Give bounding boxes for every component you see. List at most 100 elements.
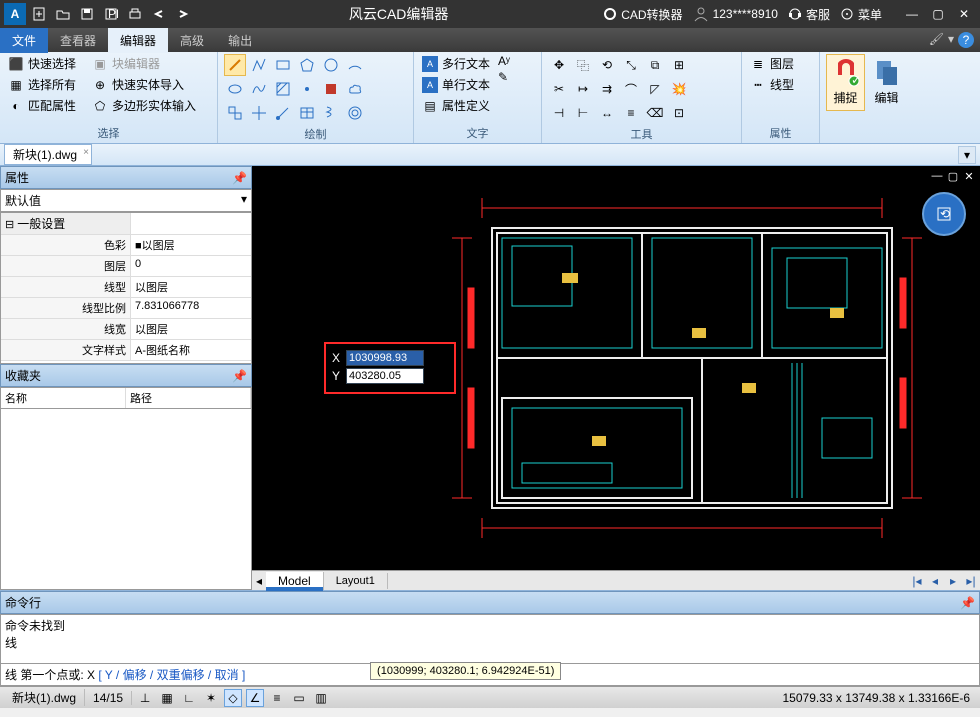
tab-advanced[interactable]: 高级	[168, 28, 216, 53]
property-row[interactable]: 文字样式A-图纸名称	[1, 340, 251, 361]
trim-icon[interactable]: ✂	[548, 78, 570, 100]
polygon-import-button[interactable]: ⬠多边形实体输入	[90, 96, 198, 115]
canvas-close-icon[interactable]: ✕	[962, 170, 976, 184]
polar-toggle-icon[interactable]: ✶	[202, 689, 220, 707]
layout-prev-icon[interactable]: ◂	[926, 574, 944, 588]
point-icon[interactable]	[296, 78, 318, 100]
match-properties-button[interactable]: ◐匹配属性	[6, 96, 78, 115]
close-button[interactable]: ✕	[952, 4, 976, 24]
save-icon[interactable]	[76, 3, 98, 25]
hatch-icon[interactable]	[272, 78, 294, 100]
helix-icon[interactable]	[320, 102, 342, 124]
text-style-icon[interactable]: Aʸ	[498, 54, 510, 68]
saveas-icon[interactable]: PDF	[100, 3, 122, 25]
table-icon[interactable]	[296, 102, 318, 124]
print-icon[interactable]	[124, 3, 146, 25]
coord-x-input[interactable]	[346, 350, 424, 366]
menu-link[interactable]: 菜单	[840, 6, 882, 23]
erase-icon[interactable]: ⌫	[644, 102, 666, 124]
rotate-icon[interactable]: ⟲	[596, 54, 618, 76]
copy-icon[interactable]: ⿻	[572, 54, 594, 76]
offset-icon[interactable]: ⇉	[596, 78, 618, 100]
support-link[interactable]: 客服	[788, 6, 830, 23]
close-tab-icon[interactable]: ×	[83, 147, 89, 158]
array-icon[interactable]: ⊞	[668, 54, 690, 76]
mtext-button[interactable]: A多行文本	[420, 54, 492, 73]
fav-col-path[interactable]: 路径	[126, 388, 251, 408]
property-row[interactable]: 线宽以图层	[1, 319, 251, 340]
tab-file[interactable]: 文件	[0, 28, 48, 53]
help-icon[interactable]: ?	[958, 32, 974, 48]
tab-viewer[interactable]: 查看器	[48, 28, 108, 53]
tab-editor[interactable]: 编辑器	[108, 28, 168, 53]
group-icon[interactable]: ⊡	[668, 102, 690, 124]
otrack-toggle-icon[interactable]: ∠	[246, 689, 264, 707]
attrdef-button[interactable]: ▤属性定义	[420, 96, 492, 115]
fillet-icon[interactable]: ⌒	[620, 78, 642, 100]
layout-next-icon[interactable]: ▸	[944, 574, 962, 588]
line-icon[interactable]	[224, 54, 246, 76]
lwt-toggle-icon[interactable]: ≡	[268, 689, 286, 707]
open-icon[interactable]	[52, 3, 74, 25]
property-section[interactable]: ⊟ 一般设置	[1, 213, 251, 235]
text-edit-icon[interactable]: ✎	[498, 70, 510, 84]
stext-button[interactable]: A单行文本	[420, 75, 492, 94]
entity-import-button[interactable]: ⊕快速实体导入	[90, 75, 198, 94]
rect-icon[interactable]	[272, 54, 294, 76]
layout-last-icon[interactable]: ▸|	[962, 574, 980, 588]
property-filter-select[interactable]: 默认值▾	[0, 189, 252, 212]
property-row[interactable]: 线型比例7.831066778	[1, 298, 251, 319]
layer-button[interactable]: ≣图层	[748, 54, 813, 73]
osnap-toggle-icon[interactable]: ◇	[224, 689, 242, 707]
cad-converter-link[interactable]: CAD转换器	[603, 6, 682, 23]
scale-icon[interactable]: ⤡	[620, 54, 642, 76]
layout-first-icon[interactable]: |◂	[908, 574, 926, 588]
block-icon[interactable]	[224, 102, 246, 124]
layout-scroll-left[interactable]: ◂	[252, 574, 266, 588]
donut-icon[interactable]	[344, 102, 366, 124]
select-all-button[interactable]: ▦选择所有	[6, 75, 78, 94]
model-toggle-icon[interactable]: ▥	[312, 689, 330, 707]
break-icon[interactable]: ⊣	[548, 102, 570, 124]
linetype-button[interactable]: ┅线型	[748, 75, 813, 94]
ortho-toggle-icon[interactable]: ∟	[180, 689, 198, 707]
minimize-button[interactable]: —	[900, 4, 924, 24]
chamfer-icon[interactable]: ◸	[644, 78, 666, 100]
xline-icon[interactable]	[248, 102, 270, 124]
spline-icon[interactable]	[248, 78, 270, 100]
polygon-icon[interactable]	[296, 54, 318, 76]
quick-select-button[interactable]: ⬛快速选择	[6, 54, 78, 73]
property-row[interactable]: 线型以图层	[1, 277, 251, 298]
app-icon[interactable]: A	[4, 3, 26, 25]
dyn-toggle-icon[interactable]: ▭	[290, 689, 308, 707]
property-row[interactable]: 色彩■以图层	[1, 235, 251, 256]
edit-button[interactable]: 编辑	[867, 54, 906, 111]
block-editor-button[interactable]: ▣块编辑器	[90, 54, 198, 73]
fav-col-name[interactable]: 名称	[1, 388, 126, 408]
drawing-canvas[interactable]: — ▢ ✕ ⟲	[252, 166, 980, 570]
arc-icon[interactable]	[344, 54, 366, 76]
ellipse-icon[interactable]	[224, 78, 246, 100]
mirror-icon[interactable]: ⧉	[644, 54, 666, 76]
undo-icon[interactable]	[148, 3, 170, 25]
snap-toggle[interactable]: ✓ 捕捉	[826, 54, 865, 111]
document-tab[interactable]: 新块(1).dwg×	[4, 144, 92, 165]
join-icon[interactable]: ⊢	[572, 102, 594, 124]
stretch-icon[interactable]: ↔	[596, 102, 618, 124]
grid-toggle-icon[interactable]: ▦	[158, 689, 176, 707]
align-icon[interactable]: ≡	[620, 102, 642, 124]
move-icon[interactable]: ✥	[548, 54, 570, 76]
ribbon-collapse-icon[interactable]: ▾	[948, 32, 954, 48]
user-account[interactable]: 123****8910	[693, 6, 778, 22]
pin-icon[interactable]: 📌	[232, 171, 247, 185]
extend-icon[interactable]: ↦	[572, 78, 594, 100]
cloud-icon[interactable]	[344, 78, 366, 100]
maximize-button[interactable]: ▢	[926, 4, 950, 24]
panel-expand-icon[interactable]: ▾	[958, 146, 976, 164]
ribbon-style-icon[interactable]: 🖌	[929, 32, 944, 48]
explode-icon[interactable]: 💥	[668, 78, 690, 100]
pin-icon[interactable]: 📌	[232, 369, 247, 383]
new-icon[interactable]	[28, 3, 50, 25]
layout-tab[interactable]: Layout1	[324, 573, 388, 589]
snap-toggle-icon[interactable]: ⊥	[136, 689, 154, 707]
